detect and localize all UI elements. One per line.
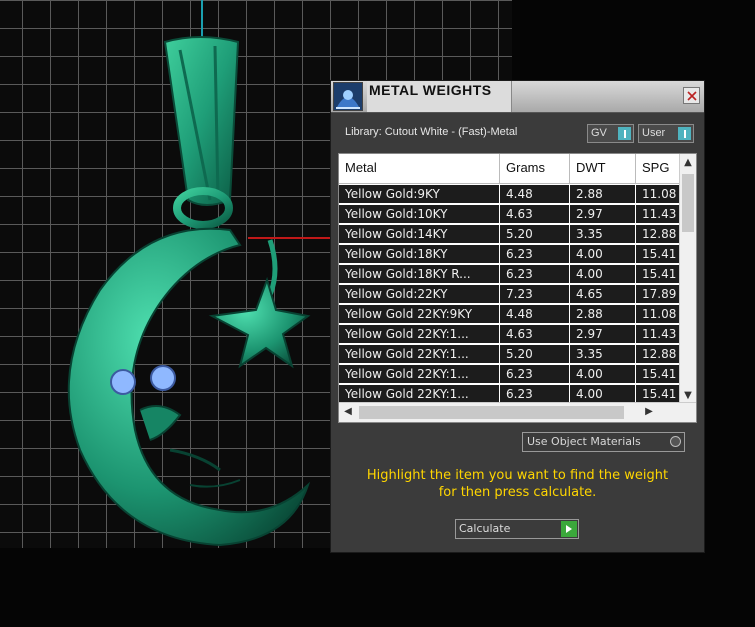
cell-metal: Yellow Gold:18KY <box>339 245 500 264</box>
scroll-down-icon[interactable]: ▼ <box>681 389 695 403</box>
cell-grams: 5.20 <box>500 345 570 364</box>
table-row[interactable]: Yellow Gold:18KY 6.23 4.00 15.41 <box>339 245 680 265</box>
cell-grams: 4.63 <box>500 205 570 224</box>
radio-icon[interactable] <box>670 436 681 447</box>
cell-grams: 4.48 <box>500 305 570 324</box>
cell-dwt: 3.35 <box>570 345 636 364</box>
table-row[interactable]: Yellow Gold:10KY 4.63 2.97 11.43 <box>339 205 680 225</box>
moon-pendant-model[interactable] <box>40 30 330 550</box>
cell-grams: 4.63 <box>500 325 570 344</box>
cell-metal: Yellow Gold:22KY <box>339 285 500 304</box>
gv-toggle[interactable]: GV <box>587 124 634 143</box>
gv-toggle-label: GV <box>591 127 607 139</box>
window-title: METAL WEIGHTS <box>367 81 512 112</box>
table-row[interactable]: Yellow Gold:14KY 5.20 3.35 12.88 <box>339 225 680 245</box>
cell-metal: Yellow Gold:9KY <box>339 185 500 204</box>
cell-metal: Yellow Gold 22KY:1... <box>339 365 500 384</box>
cell-spg: 12.88 <box>636 225 680 244</box>
vertical-scroll-thumb[interactable] <box>682 174 694 232</box>
cell-metal: Yellow Gold:14KY <box>339 225 500 244</box>
column-header-grams[interactable]: Grams <box>500 154 570 184</box>
column-header-metal[interactable]: Metal <box>339 154 500 184</box>
user-toggle-label: User <box>642 127 666 139</box>
vertical-scrollbar[interactable]: ▲ ▼ <box>679 154 696 405</box>
instruction-line-2: for then press calculate. <box>438 485 597 500</box>
cell-dwt: 2.88 <box>570 185 636 204</box>
horizontal-scrollbar[interactable]: ◀ ▶ <box>339 402 696 422</box>
cell-spg: 15.41 <box>636 385 680 403</box>
use-object-materials-label: Use Object Materials <box>527 435 641 448</box>
cell-dwt: 4.00 <box>570 245 636 264</box>
calculate-button[interactable]: Calculate <box>455 519 579 539</box>
cell-spg: 12.88 <box>636 345 680 364</box>
cell-grams: 7.23 <box>500 285 570 304</box>
toggle-switch-icon <box>678 127 691 140</box>
instruction-text: Highlight the item you want to find the … <box>341 467 694 501</box>
cell-grams: 6.23 <box>500 365 570 384</box>
cell-spg: 11.08 <box>636 305 680 324</box>
scroll-right-icon[interactable]: ▶ <box>642 405 656 419</box>
cell-spg: 11.43 <box>636 325 680 344</box>
cell-spg: 11.43 <box>636 205 680 224</box>
window-titlebar[interactable]: METAL WEIGHTS <box>331 81 704 113</box>
cell-metal: Yellow Gold 22KY:9KY <box>339 305 500 324</box>
library-label: Library: Cutout White - (Fast)-Metal <box>345 126 518 138</box>
cell-metal: Yellow Gold 22KY:1... <box>339 385 500 403</box>
use-object-materials-option[interactable]: Use Object Materials <box>522 432 685 452</box>
table-row[interactable]: Yellow Gold 22KY:1... 4.63 2.97 11.43 <box>339 325 680 345</box>
column-header-dwt[interactable]: DWT <box>570 154 636 184</box>
metal-weights-table: Metal Grams DWT SPG Yellow Gold:9KY 4.48 2… <box>338 153 697 423</box>
cell-grams: 6.23 <box>500 245 570 264</box>
cell-spg: 17.89 <box>636 285 680 304</box>
cell-grams: 4.48 <box>500 185 570 204</box>
cell-metal: Yellow Gold 22KY:1... <box>339 325 500 344</box>
cell-dwt: 2.97 <box>570 205 636 224</box>
table-row[interactable]: Yellow Gold 22KY:9KY 4.48 2.88 11.08 <box>339 305 680 325</box>
cell-grams: 6.23 <box>500 385 570 403</box>
metal-weights-window: METAL WEIGHTS Library: Cutout White - (F… <box>330 80 705 553</box>
user-toggle[interactable]: User <box>638 124 694 143</box>
cell-grams: 6.23 <box>500 265 570 284</box>
cell-dwt: 2.97 <box>570 325 636 344</box>
instruction-line-1: Highlight the item you want to find the … <box>366 468 669 483</box>
close-icon <box>686 90 697 101</box>
table-row[interactable]: Yellow Gold:22KY 7.23 4.65 17.89 <box>339 285 680 305</box>
table-header: Metal Grams DWT SPG <box>339 154 680 185</box>
cell-spg: 15.41 <box>636 245 680 264</box>
cell-spg: 15.41 <box>636 265 680 284</box>
close-button[interactable] <box>683 87 700 104</box>
table-row[interactable]: Yellow Gold 22KY:1... 6.23 4.00 15.41 <box>339 365 680 385</box>
table-row[interactable]: Yellow Gold 22KY:1... 6.23 4.00 15.41 <box>339 385 680 403</box>
cell-dwt: 2.88 <box>570 305 636 324</box>
jeweller-app-icon <box>333 82 363 111</box>
table-row[interactable]: Yellow Gold 22KY:1... 5.20 3.35 12.88 <box>339 345 680 365</box>
column-header-spg[interactable]: SPG <box>636 154 680 184</box>
cell-dwt: 4.00 <box>570 385 636 403</box>
horizontal-scroll-thumb[interactable] <box>359 406 624 419</box>
cell-metal: Yellow Gold:10KY <box>339 205 500 224</box>
cell-spg: 15.41 <box>636 365 680 384</box>
calculate-label: Calculate <box>459 522 511 535</box>
cell-spg: 11.08 <box>636 185 680 204</box>
scroll-left-icon[interactable]: ◀ <box>341 405 355 419</box>
toggle-switch-icon <box>618 127 631 140</box>
cell-dwt: 3.35 <box>570 225 636 244</box>
scroll-up-icon[interactable]: ▲ <box>681 156 695 170</box>
cell-dwt: 4.00 <box>570 265 636 284</box>
table-row[interactable]: Yellow Gold:18KY R... 6.23 4.00 15.41 <box>339 265 680 285</box>
table-body: Yellow Gold:9KY 4.48 2.88 11.08 Yellow Gold:… <box>339 185 680 403</box>
cell-grams: 5.20 <box>500 225 570 244</box>
cell-dwt: 4.00 <box>570 365 636 384</box>
cell-metal: Yellow Gold:18KY R... <box>339 265 500 284</box>
play-arrow-icon[interactable] <box>561 521 577 537</box>
table-row[interactable]: Yellow Gold:9KY 4.48 2.88 11.08 <box>339 185 680 205</box>
cell-metal: Yellow Gold 22KY:1... <box>339 345 500 364</box>
cell-dwt: 4.65 <box>570 285 636 304</box>
